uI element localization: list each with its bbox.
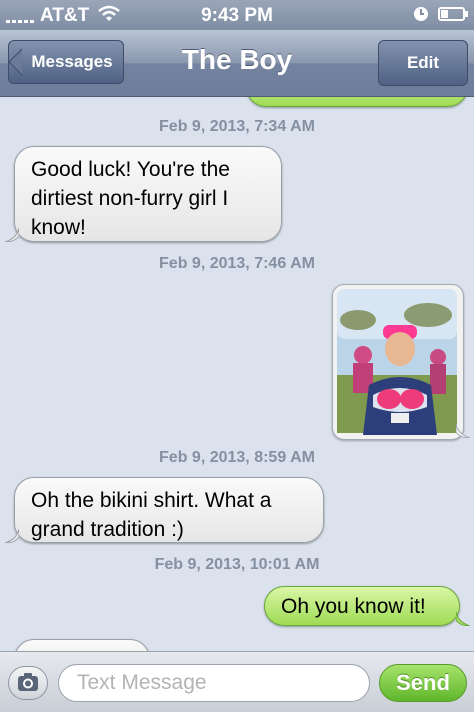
status-bar: AT&T 9:43 PM <box>0 0 474 30</box>
previous-outgoing-message-bubble[interactable] <box>246 97 468 107</box>
battery-level <box>441 10 448 18</box>
incoming-message-bubble[interactable]: Good luck! You're the dirtiest non-furry… <box>14 146 282 242</box>
outgoing-message-bubble[interactable]: Oh you know it! <box>264 586 460 626</box>
bubble-tail <box>5 228 19 242</box>
battery-icon <box>438 7 465 21</box>
message-text: Oh the bikini shirt. What a grand tradit… <box>31 489 272 541</box>
compose-bar: Send <box>0 651 474 712</box>
conversation-title: The Boy <box>181 44 293 75</box>
timestamp: Feb 9, 2013, 7:34 AM <box>159 118 315 135</box>
message-text: Good luck! You're the dirtiest non-furry… <box>31 158 230 239</box>
message-thread[interactable]: Feb 9, 2013, 7:34 AM Good luck! You're t… <box>0 97 474 651</box>
status-time: 9:43 PM <box>201 5 273 26</box>
timestamp: Feb 9, 2013, 10:01 AM <box>154 556 320 573</box>
message-text: Oh you know it! <box>281 595 426 618</box>
partially-visible-message-bubble[interactable] <box>14 639 150 651</box>
back-button-label: Messages <box>31 52 113 71</box>
camera-icon <box>18 673 38 691</box>
bubble-tail <box>456 424 470 438</box>
navigation-bar: Messages The Boy Edit <box>0 30 474 97</box>
photo-thumbnail-icon <box>337 289 457 435</box>
bubble-tail <box>5 529 19 543</box>
bubble-tail <box>456 612 470 626</box>
timestamp: Feb 9, 2013, 8:59 AM <box>159 449 315 466</box>
alarm-clock-icon <box>412 5 430 28</box>
edit-button[interactable]: Edit <box>378 40 468 86</box>
messages-back-button[interactable]: Messages <box>8 40 124 84</box>
outgoing-photo-message[interactable] <box>332 284 464 440</box>
incoming-message-bubble[interactable]: Oh the bikini shirt. What a grand tradit… <box>14 477 324 543</box>
back-chevron-icon <box>8 48 23 76</box>
timestamp: Feb 9, 2013, 7:46 AM <box>159 255 315 272</box>
battery-cap <box>465 11 468 17</box>
text-message-input[interactable] <box>58 664 370 702</box>
send-button[interactable]: Send <box>379 664 467 702</box>
camera-button[interactable] <box>8 666 48 700</box>
